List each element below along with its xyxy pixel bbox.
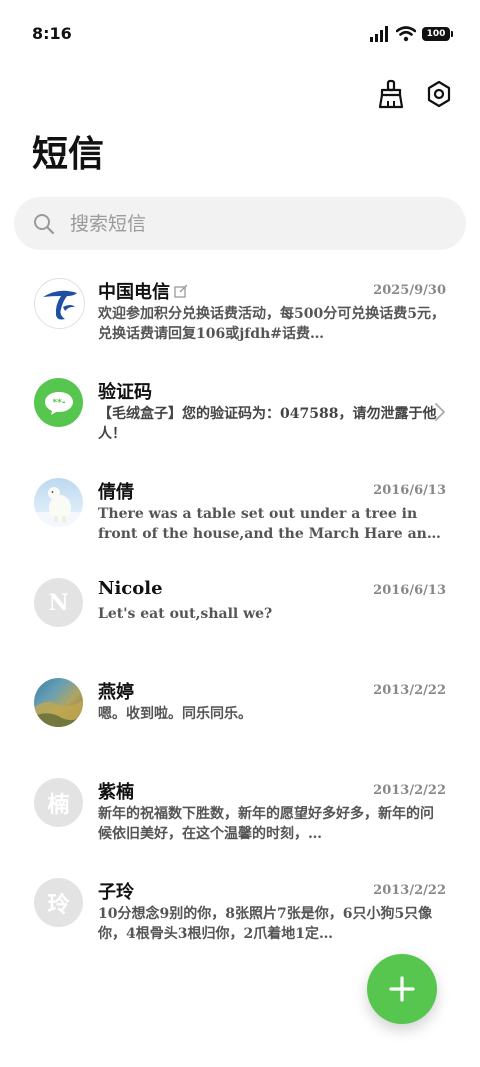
chevron-right-icon — [435, 403, 445, 421]
message-preview: 欢迎参加积分兑换话费活动，每500分可兑换话费5元，兑换话费请回复106或jfd… — [98, 306, 445, 342]
status-time: 8:16 — [32, 24, 72, 43]
contact-name-text: 倩倩 — [98, 482, 134, 503]
china-telecom-logo-icon — [42, 290, 77, 319]
conversation-row[interactable]: 玲 子玲 2013/2/22 10分想念9别的你，8张照片7张是你，6只小狗5只… — [0, 868, 480, 968]
message-bubble-avatar: **- — [34, 378, 83, 427]
letter-avatar: 楠 — [34, 778, 83, 827]
search-input[interactable] — [68, 211, 432, 236]
new-message-button[interactable] — [367, 954, 437, 1024]
signal-icon — [370, 26, 388, 42]
polar-bear-photo-avatar — [34, 478, 83, 527]
contact-name: 紫楠 — [98, 778, 134, 804]
contact-name: 子玲 — [98, 878, 134, 904]
china-telecom-logo-avatar — [34, 278, 85, 329]
wifi-icon — [396, 26, 416, 42]
search-bar[interactable] — [14, 197, 466, 250]
landscape-photo-avatar — [34, 678, 83, 727]
conversation-row[interactable]: N Nicole 2016/6/13 Let's eat out,shall w… — [0, 568, 480, 668]
landscape-photo-icon — [34, 700, 83, 727]
search-icon — [34, 213, 55, 234]
letter-avatar: N — [34, 578, 83, 627]
message-preview: 嗯。收到啦。同乐同乐。 — [98, 706, 252, 722]
message-date: 2013/2/22 — [373, 883, 446, 898]
conversation-row[interactable]: 中国电信 2025/9/30 欢迎参加积分兑换话费活动，每500分可兑换话费5元… — [0, 268, 480, 368]
contact-name: 验证码 — [98, 378, 152, 404]
plus-icon — [389, 976, 415, 1002]
svg-text:**-: **- — [52, 398, 65, 408]
battery-level: 100 — [426, 29, 446, 39]
contact-name-text: 燕婷 — [98, 682, 134, 703]
settings-icon — [427, 80, 451, 108]
letter-avatar: 玲 — [34, 878, 83, 927]
edit-note-icon — [174, 284, 188, 298]
contact-name-text: 中国电信 — [98, 282, 170, 303]
contact-name-text: 子玲 — [98, 882, 134, 903]
message-date: 2016/6/13 — [373, 483, 446, 498]
status-icons: 100 — [370, 24, 453, 44]
conversation-row[interactable]: 倩倩 2016/6/13 There was a table set out u… — [0, 468, 480, 568]
message-date: 2025/9/30 — [373, 283, 446, 298]
contact-name: 燕婷 — [98, 678, 134, 704]
conversation-list: 中国电信 2025/9/30 欢迎参加积分兑换话费活动，每500分可兑换话费5元… — [0, 268, 480, 968]
page-title: 短信 — [32, 133, 105, 175]
conversation-row[interactable]: **- 验证码 【毛绒盒子】您的验证码为：047588，请勿泄露于他人！ — [0, 368, 480, 468]
toolbar — [376, 78, 454, 110]
message-preview: 【毛绒盒子】您的验证码为：047588，请勿泄露于他人！ — [98, 406, 437, 442]
contact-name-text: 紫楠 — [98, 782, 134, 803]
message-date: 2016/6/13 — [373, 583, 446, 598]
settings-button[interactable] — [424, 78, 454, 110]
message-preview: Let's eat out,shall we? — [98, 606, 273, 622]
battery-icon: 100 — [422, 27, 453, 41]
clean-button[interactable] — [376, 78, 406, 110]
status-bar: 8:16 100 — [0, 0, 480, 66]
conversation-row[interactable]: 燕婷 2013/2/22 嗯。收到啦。同乐同乐。 — [0, 668, 480, 768]
contact-name: 倩倩 — [98, 478, 134, 504]
message-preview: 新年的祝福数下胜数，新年的愿望好多好多，新年的问候依旧美好，在这个温馨的时刻，… — [98, 806, 434, 842]
message-date: 2013/2/22 — [373, 683, 446, 698]
contact-name: Nicole — [98, 578, 163, 599]
conversation-row[interactable]: 楠 紫楠 2013/2/22 新年的祝福数下胜数，新年的愿望好多好多，新年的问候… — [0, 768, 480, 868]
message-date: 2013/2/22 — [373, 783, 446, 798]
message-preview: 10分想念9别的你，8张照片7张是你，6只小狗5只像你，4根骨头3根归你，2爪着… — [98, 906, 433, 942]
brush-icon — [378, 79, 404, 109]
contact-name-text: Nicole — [98, 578, 163, 599]
message-bubble-icon: **- — [44, 391, 73, 415]
contact-name-text: 验证码 — [98, 382, 152, 403]
contact-name: 中国电信 — [98, 278, 188, 304]
polar-bear-photo-icon — [34, 487, 83, 527]
message-preview: There was a table set out under a tree i… — [98, 506, 437, 542]
